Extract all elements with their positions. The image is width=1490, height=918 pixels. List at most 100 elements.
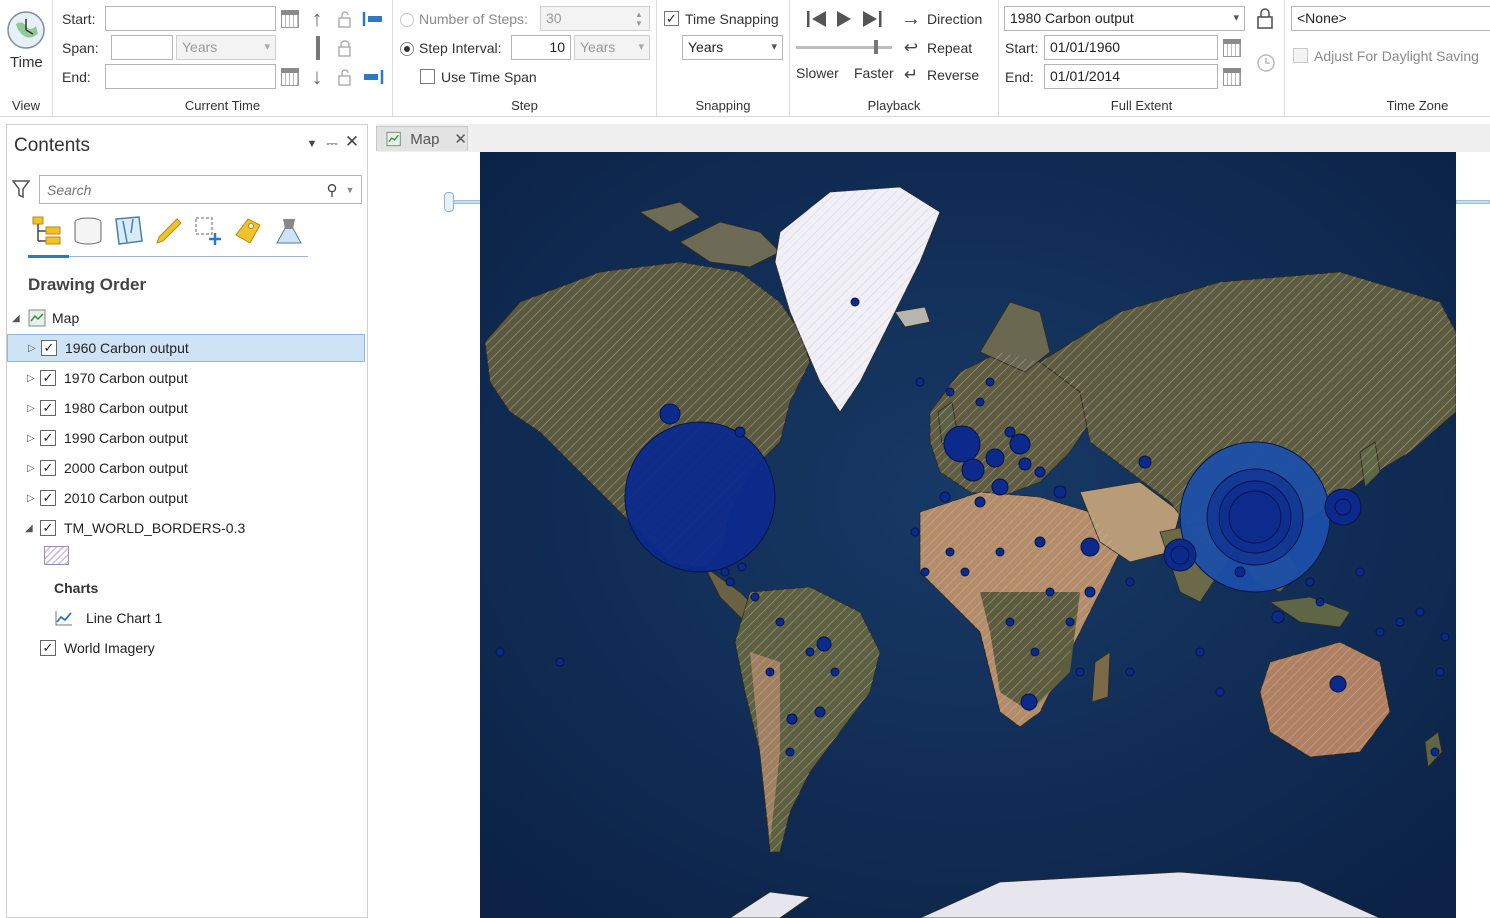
tree-item-world-borders[interactable]: ◢ ✓ TM_WORLD_BORDERS-0.3 <box>7 514 365 542</box>
carbon-symbol <box>995 547 1005 557</box>
tree-item-layer[interactable]: ▷ ✓ 1960 Carbon output <box>7 334 365 362</box>
list-by-labeling-icon[interactable] <box>232 215 264 247</box>
snap-to-end-icon[interactable] <box>362 68 384 86</box>
end-calendar-icon[interactable] <box>281 68 299 86</box>
snap-to-start-icon[interactable] <box>362 10 384 28</box>
time-clock-button[interactable]: Time <box>5 8 47 72</box>
list-by-snapping-icon[interactable] <box>193 215 225 247</box>
extent-end-label: End: <box>1005 69 1034 85</box>
start-time-input[interactable] <box>105 6 276 31</box>
number-of-steps-label: Number of Steps: <box>419 11 528 27</box>
tree-item-layer[interactable]: ▷ ✓ 1990 Carbon output <box>7 424 365 452</box>
expand-triangle-icon[interactable]: ▷ <box>27 433 35 444</box>
snapping-unit-select[interactable]: Years <box>682 35 783 60</box>
expand-triangle-icon[interactable]: ▷ <box>27 463 35 474</box>
lock-extent-icon[interactable] <box>1255 7 1275 29</box>
pane-menu-icon[interactable]: ▼ <box>305 137 319 151</box>
current-time-group: Start: Span: Years End: ↑ ↓ Current Time <box>53 0 393 117</box>
expand-triangle-icon[interactable]: ▷ <box>28 343 36 354</box>
repeat-button[interactable]: ↩ Repeat <box>901 37 997 59</box>
daylight-saving-checkbox[interactable] <box>1293 48 1308 63</box>
map-canvas[interactable] <box>376 152 1490 918</box>
layer-visibility-checkbox[interactable]: ✓ <box>40 490 56 506</box>
use-time-span-checkbox[interactable] <box>420 69 435 84</box>
collapse-triangle-icon[interactable]: ◢ <box>12 313 20 324</box>
list-by-selection-icon[interactable] <box>113 215 145 247</box>
step-interval-input[interactable]: 10 <box>511 35 571 60</box>
span-unit-select[interactable]: Years <box>176 35 276 60</box>
extent-layer-select[interactable]: 1980 Carbon output <box>1004 6 1245 31</box>
close-icon[interactable]: ✕ <box>345 132 359 151</box>
time-zone-select[interactable]: <None> <box>1291 6 1490 31</box>
step-interval-radio[interactable] <box>400 42 414 56</box>
layer-visibility-checkbox[interactable]: ✓ <box>40 640 56 656</box>
layer-visibility-checkbox[interactable]: ✓ <box>41 340 57 356</box>
search-dropdown-icon[interactable]: ▼ <box>344 182 356 198</box>
world-imagery-map[interactable] <box>480 152 1456 918</box>
time-snapping-checkbox[interactable]: ✓ <box>664 11 679 26</box>
extent-start-input[interactable]: 01/01/1960 <box>1044 35 1218 60</box>
layer-visibility-checkbox[interactable]: ✓ <box>40 400 56 416</box>
reverse-button[interactable]: ↵ Reverse <box>901 64 997 86</box>
extent-end-calendar-icon[interactable] <box>1223 68 1241 86</box>
step-interval-unit-select[interactable]: Years <box>574 35 650 60</box>
tree-item-map[interactable]: ◢ Map <box>7 304 365 332</box>
borders-symbol-swatch[interactable] <box>44 546 69 565</box>
end-label: End: <box>62 69 91 85</box>
skip-forward-icon[interactable] <box>861 9 883 29</box>
steps-spinner-icon[interactable]: ▲ ▼ <box>633 8 645 30</box>
lock-start-icon[interactable] <box>336 10 354 28</box>
list-by-editing-icon[interactable] <box>153 215 185 247</box>
play-icon[interactable] <box>835 9 853 29</box>
step-interval-label: Step Interval: <box>419 40 502 56</box>
view-group-label: View <box>12 98 40 113</box>
carbon-symbol <box>750 592 760 602</box>
span-input[interactable] <box>111 35 173 60</box>
time-slider-handle[interactable] <box>444 192 454 212</box>
reverse-icon: ↵ <box>903 65 919 84</box>
list-by-data-source-icon[interactable] <box>72 215 104 247</box>
tree-item-layer[interactable]: ▷ ✓ 2010 Carbon output <box>7 484 365 512</box>
arrow-down-icon[interactable]: ↓ <box>307 64 327 89</box>
layer-visibility-checkbox[interactable]: ✓ <box>40 460 56 476</box>
arrow-up-icon[interactable]: ↑ <box>307 6 327 31</box>
tree-item-world-imagery[interactable]: ✓ World Imagery <box>7 634 365 662</box>
list-by-perspective-imagery-icon[interactable] <box>273 215 305 247</box>
expand-triangle-icon[interactable]: ▷ <box>27 373 35 384</box>
time-slider-track-end <box>1456 200 1490 204</box>
end-time-input[interactable] <box>105 64 276 89</box>
expand-triangle-icon[interactable]: ▷ <box>27 493 35 504</box>
clock-refresh-icon[interactable] <box>1255 52 1277 74</box>
layer-visibility-checkbox[interactable]: ✓ <box>40 430 56 446</box>
time-slider-right-cap[interactable] <box>1456 196 1490 208</box>
search-box[interactable]: ⚲ ▼ <box>39 175 362 204</box>
tree-item-layer[interactable]: ▷ ✓ 1980 Carbon output <box>7 394 365 422</box>
search-input[interactable] <box>40 176 310 203</box>
speed-slider-thumb[interactable] <box>874 40 879 54</box>
playback-speed-slider[interactable] <box>796 40 892 54</box>
extent-end-input[interactable]: 01/01/2014 <box>1044 64 1218 89</box>
tree-item-layer[interactable]: ▷ ✓ 1970 Carbon output <box>7 364 365 392</box>
tree-item-line-chart[interactable]: Line Chart 1 <box>7 604 365 632</box>
skip-back-icon[interactable] <box>806 9 828 29</box>
layer-visibility-checkbox[interactable]: ✓ <box>40 370 56 386</box>
collapse-triangle-icon[interactable]: ◢ <box>25 523 33 534</box>
lock-span-icon[interactable] <box>336 39 354 57</box>
close-tab-icon[interactable]: ✕ <box>454 130 467 148</box>
lock-end-icon[interactable] <box>336 68 354 86</box>
extent-start-calendar-icon[interactable] <box>1223 39 1241 57</box>
pin-icon[interactable]: ⎓ <box>325 135 339 151</box>
contents-title: Contents <box>14 135 91 156</box>
start-calendar-icon[interactable] <box>281 10 299 28</box>
carbon-symbol <box>725 577 735 587</box>
search-icon[interactable]: ⚲ <box>323 181 341 199</box>
list-by-drawing-order-icon[interactable] <box>30 215 64 247</box>
layer-visibility-checkbox[interactable]: ✓ <box>40 520 56 536</box>
number-of-steps-radio[interactable] <box>400 13 414 27</box>
direction-button[interactable]: → Direction <box>901 8 997 30</box>
expand-triangle-icon[interactable]: ▷ <box>27 403 35 414</box>
tree-item-layer[interactable]: ▷ ✓ 2000 Carbon output <box>7 454 365 482</box>
tab-map[interactable]: Map ✕ <box>376 126 468 151</box>
layer-label: 1990 Carbon output <box>64 430 188 446</box>
filter-icon[interactable] <box>12 179 30 199</box>
